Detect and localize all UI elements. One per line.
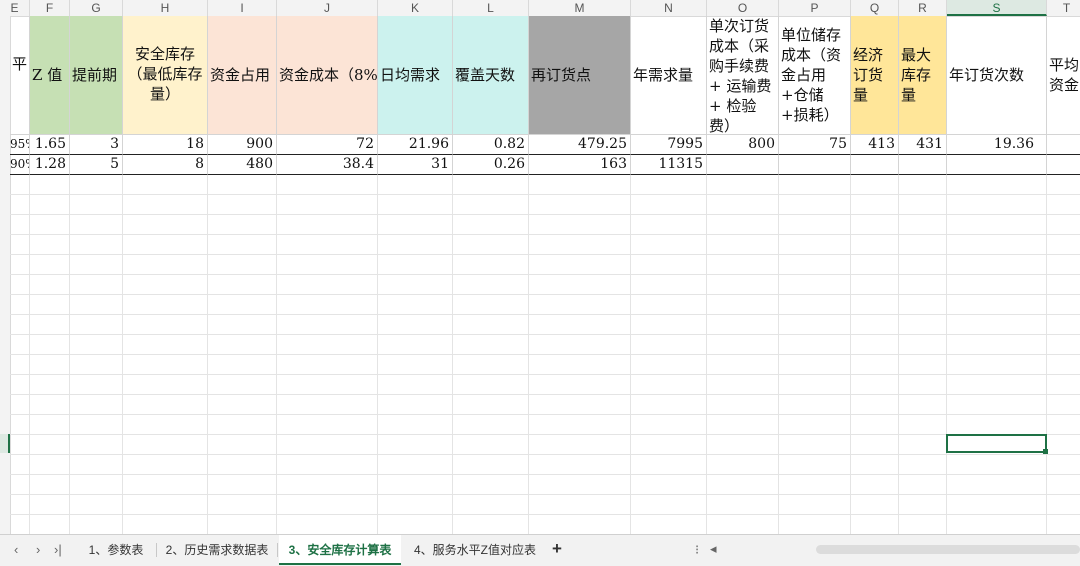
data-cell[interactable]: 3 bbox=[70, 135, 123, 155]
column-letter-R[interactable]: R bbox=[899, 0, 947, 16]
data-cell[interactable]: 5 bbox=[70, 155, 123, 175]
sheet-tab-history-demand[interactable]: 2、历史需求数据表 bbox=[158, 535, 276, 565]
column-letter-J[interactable]: J bbox=[277, 0, 378, 16]
data-cell[interactable] bbox=[1047, 155, 1080, 175]
fill-handle[interactable] bbox=[1043, 449, 1048, 454]
spreadsheet-grid[interactable]: 平 Z 值 提前期 安全库存（最低库存量） 资金占用 资金成本（8% 日均需求 … bbox=[10, 16, 1080, 534]
header-cell-max-stock[interactable]: 最大库存量 bbox=[899, 16, 947, 135]
header-cell-capital-cost[interactable]: 资金成本（8% bbox=[277, 16, 378, 135]
vertical-divider-icon: ⁝ bbox=[695, 542, 700, 557]
sheet-tab-parameters[interactable]: 1、参数表 bbox=[76, 535, 156, 565]
column-letter-F[interactable]: F bbox=[30, 0, 70, 16]
header-cell-z-value[interactable]: Z 值 bbox=[30, 16, 70, 135]
column-letter-I[interactable]: I bbox=[208, 0, 277, 16]
header-cell-annual-orders[interactable]: 年订货次数 bbox=[947, 16, 1047, 135]
header-cell-reorder-point[interactable]: 再订货点 bbox=[529, 16, 631, 135]
data-cell[interactable]: 31 bbox=[378, 155, 453, 175]
column-letter-L[interactable]: L bbox=[453, 0, 529, 16]
column-letter-H[interactable]: H bbox=[123, 0, 208, 16]
data-cell[interactable] bbox=[851, 155, 899, 175]
header-cell-eoq[interactable]: 经济订货量 bbox=[851, 16, 899, 135]
data-cell[interactable] bbox=[899, 155, 947, 175]
data-cell[interactable] bbox=[707, 155, 779, 175]
data-cell[interactable]: 38.4 bbox=[277, 155, 378, 175]
active-cell-selection[interactable] bbox=[946, 434, 1048, 454]
data-cell[interactable]: 1.28 bbox=[30, 155, 70, 175]
add-sheet-icon[interactable]: + bbox=[552, 539, 562, 559]
data-cell[interactable]: 0.82 bbox=[453, 135, 529, 155]
data-cell[interactable]: 8 bbox=[123, 155, 208, 175]
header-cell-E[interactable]: 平 bbox=[10, 16, 30, 135]
column-letter-P[interactable]: P bbox=[779, 0, 851, 16]
sheet-tab-safety-stock[interactable]: 3、安全库存计算表 bbox=[279, 535, 401, 565]
sheet-tab-z-value-table[interactable]: 4、服务水平Z值对应表 bbox=[402, 535, 548, 565]
header-cell-coverage-days[interactable]: 覆盖天数 bbox=[453, 16, 529, 135]
column-letter-O[interactable]: O bbox=[707, 0, 779, 16]
column-letter-G[interactable]: G bbox=[70, 0, 123, 16]
header-cell-lead-time[interactable]: 提前期 bbox=[70, 16, 123, 135]
data-cell[interactable]: 163 bbox=[529, 155, 631, 175]
scroll-left-icon[interactable]: ◂ bbox=[710, 541, 717, 557]
data-cell[interactable]: 413 bbox=[851, 135, 899, 155]
data-cell[interactable]: 21.96 bbox=[378, 135, 453, 155]
header-cell-daily-demand[interactable]: 日均需求 bbox=[378, 16, 453, 135]
data-cell[interactable]: 480 bbox=[208, 155, 277, 175]
column-letter-N[interactable]: N bbox=[631, 0, 707, 16]
header-cell-average-capital[interactable]: 平均资金 bbox=[1047, 16, 1080, 135]
horizontal-scrollbar[interactable] bbox=[816, 545, 1080, 554]
header-cell-order-cost[interactable]: 单次订货成本（采购手续费 + 运输费 + 检验费） bbox=[707, 16, 779, 135]
selected-row-marker bbox=[0, 434, 10, 453]
header-cell-safety-stock[interactable]: 安全库存（最低库存量） bbox=[123, 16, 208, 135]
data-cell[interactable]: 7995 bbox=[631, 135, 707, 155]
data-cell[interactable]: 479.25 bbox=[529, 135, 631, 155]
data-cell[interactable]: 75 bbox=[779, 135, 851, 155]
sheet-tab-bar: ‹ › ›| 1、参数表 2、历史需求数据表 3、安全库存计算表 4、服务水平Z… bbox=[0, 534, 1080, 566]
data-cell[interactable]: 0.26 bbox=[453, 155, 529, 175]
tab-nav-first-icon[interactable]: ‹ bbox=[14, 542, 18, 557]
header-cell-capital-occupied[interactable]: 资金占用 bbox=[208, 16, 277, 135]
data-cell[interactable]: 800 bbox=[707, 135, 779, 155]
column-letter-K[interactable]: K bbox=[378, 0, 453, 16]
header-cell-holding-cost[interactable]: 单位储存成本（资金占用+仓储+损耗） bbox=[779, 16, 851, 135]
data-cell[interactable] bbox=[947, 155, 1047, 175]
data-cell[interactable]: 11315 bbox=[631, 155, 707, 175]
data-cell[interactable]: 72 bbox=[277, 135, 378, 155]
tab-nav-last-icon[interactable]: ›| bbox=[54, 542, 62, 557]
data-cell[interactable]: 900 bbox=[208, 135, 277, 155]
data-cell[interactable]: 1 bbox=[1047, 135, 1080, 155]
data-cell[interactable]: 1.65 bbox=[30, 135, 70, 155]
column-letter-M[interactable]: M bbox=[529, 0, 631, 16]
header-cell-annual-demand[interactable]: 年需求量 bbox=[631, 16, 707, 135]
data-cell[interactable]: 18 bbox=[123, 135, 208, 155]
tab-nav-next-icon[interactable]: › bbox=[36, 542, 40, 557]
data-cell[interactable]: 431 bbox=[899, 135, 947, 155]
data-cell[interactable]: 90% bbox=[10, 155, 30, 175]
column-letter-T[interactable]: T bbox=[1047, 0, 1080, 16]
data-cell[interactable]: 19.36 bbox=[947, 135, 1047, 155]
column-header-bar: E F G H I J K L M N O P Q R S T bbox=[0, 0, 1080, 17]
column-letter-Q[interactable]: Q bbox=[851, 0, 899, 16]
data-cell[interactable] bbox=[779, 155, 851, 175]
data-cell[interactable]: 95% bbox=[10, 135, 30, 155]
column-letter-E[interactable]: E bbox=[0, 0, 30, 16]
column-letter-S[interactable]: S bbox=[947, 0, 1047, 16]
